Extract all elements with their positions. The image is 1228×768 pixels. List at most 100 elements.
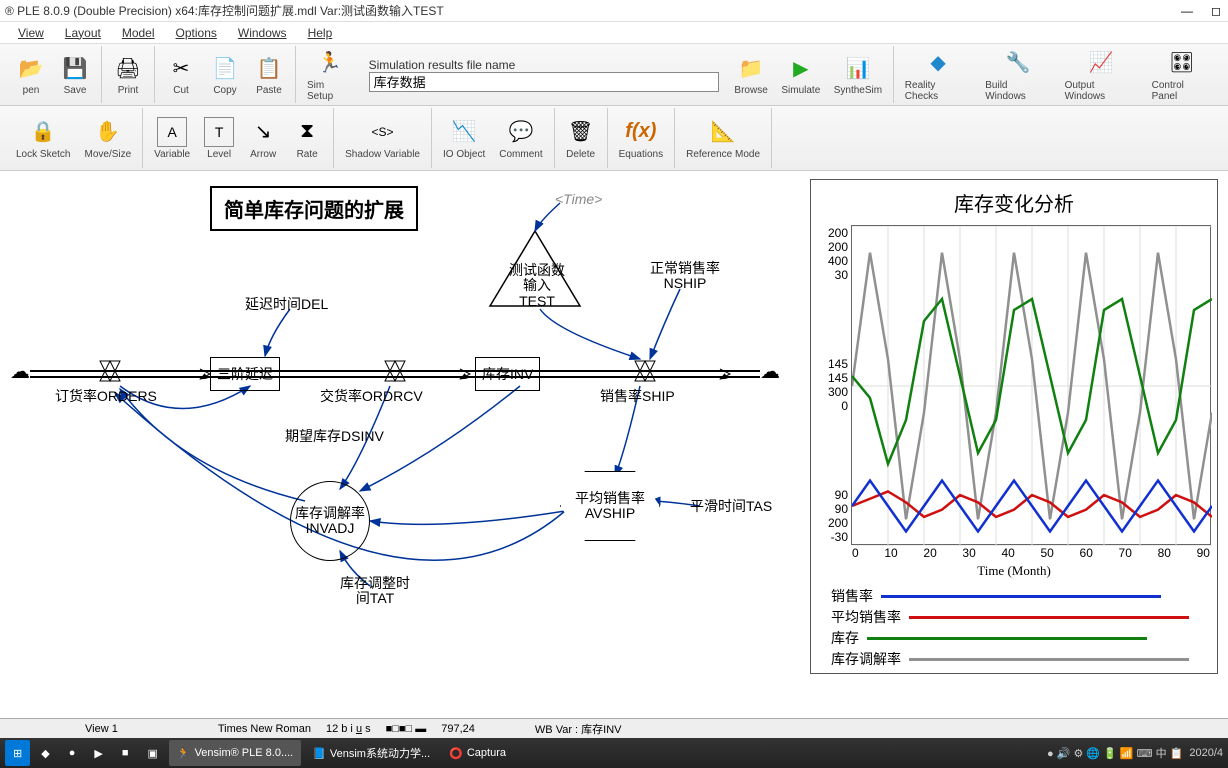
refmode-button[interactable]: 📐Reference Mode: [680, 115, 766, 162]
variable-icon: A: [157, 117, 187, 147]
var-nship[interactable]: 正常销售率NSHIP: [650, 261, 720, 292]
build-button[interactable]: 🔧Build Windows: [979, 46, 1056, 104]
task-vensim[interactable]: 🏃 Vensim® PLE 8.0....: [169, 740, 301, 766]
lock-icon: 🔒: [28, 117, 58, 147]
sim-file-input[interactable]: [369, 72, 719, 92]
chart-panel: 库存变化分析 20020040030 1451453000 9090200-30: [810, 179, 1218, 674]
shadow-icon: <S>: [368, 117, 398, 147]
chart-xticks: 01020 304050 607080 90: [852, 546, 1210, 560]
var-orders[interactable]: 订货率ORDERS: [55, 386, 157, 406]
taskbar: ⊞ ◆ ● ▶ ■ ▣ 🏃 Vensim® PLE 8.0.... 📘 Vens…: [0, 738, 1228, 768]
simulate-button[interactable]: ▶Simulate: [776, 51, 826, 98]
copy-icon: 📄: [210, 53, 240, 83]
var-avship[interactable]: 平均销售率AVSHIP: [560, 471, 660, 541]
task-captura[interactable]: ⭕ Captura: [441, 740, 514, 766]
runner-icon: 🏃: [315, 48, 345, 78]
panel-icon: 🎛: [1167, 48, 1197, 78]
browse-button[interactable]: 📁Browse: [729, 51, 774, 98]
save-icon: 💾: [60, 53, 90, 83]
build-icon: 🔧: [1003, 48, 1033, 78]
canvas[interactable]: 简单库存问题的扩展 <Time>: [0, 171, 1228, 721]
var-test[interactable]: 测试函数输入TEST: [507, 263, 567, 309]
task-icon[interactable]: ●: [61, 740, 84, 766]
rate-icon: ⧗: [292, 117, 322, 147]
cut-icon: ✂: [166, 53, 196, 83]
menu-view[interactable]: View: [10, 24, 52, 42]
hand-icon: ✋: [93, 117, 123, 147]
control-button[interactable]: 🎛Control Panel: [1146, 46, 1218, 104]
main-toolbar: 📂pen 💾Save 🖨Print ✂Cut 📄Copy 📋Paste 🏃Sim…: [0, 44, 1228, 106]
arrow-button[interactable]: ↘Arrow: [242, 115, 284, 162]
io-icon: 📉: [449, 117, 479, 147]
start-button[interactable]: ⊞: [5, 740, 30, 766]
arrow-icon: ↘: [248, 117, 278, 147]
statusbar: View 1 Times New Roman 12 b i u s ■□■□ ▬…: [0, 718, 1228, 738]
time-var[interactable]: <Time>: [555, 191, 602, 207]
var-dsinv[interactable]: 期望库存DSINV: [285, 426, 384, 446]
reality-button[interactable]: ◆Reality Checks: [899, 46, 977, 104]
diagram-title: 简单库存问题的扩展: [210, 186, 418, 231]
chart-legend: 销售率 平均销售率 库存 库存调解率: [811, 579, 1217, 676]
status-view: View 1: [85, 723, 118, 735]
model-diagram[interactable]: 简单库存问题的扩展 <Time>: [0, 171, 790, 721]
window-title: ® PLE 8.0.9 (Double Precision) x64:库存控制问…: [5, 2, 1180, 19]
comment-button[interactable]: 💬Comment: [493, 115, 548, 162]
task-icon[interactable]: ◆: [33, 740, 57, 766]
copy-button[interactable]: 📄Copy: [204, 51, 246, 98]
var-invadj[interactable]: 库存调解率INVADJ: [290, 481, 370, 561]
shadow-button[interactable]: <S>Shadow Variable: [339, 115, 426, 162]
cut-button[interactable]: ✂Cut: [160, 51, 202, 98]
var-ship[interactable]: 销售率SHIP: [600, 386, 675, 406]
legend-label: 销售率: [831, 586, 873, 606]
menu-options[interactable]: Options: [168, 24, 225, 42]
delete-button[interactable]: 🗑Delete: [560, 115, 602, 162]
menu-layout[interactable]: Layout: [57, 24, 109, 42]
menu-help[interactable]: Help: [300, 24, 341, 42]
play-icon: ▶: [786, 53, 816, 83]
lock-button[interactable]: 🔒Lock Sketch: [10, 115, 76, 162]
paste-button[interactable]: 📋Paste: [248, 51, 290, 98]
var-tat[interactable]: 库存调整时间TAT: [340, 576, 410, 607]
simsetup-button[interactable]: 🏃Sim Setup: [301, 46, 359, 104]
level-button[interactable]: TLevel: [198, 115, 240, 162]
task-icon[interactable]: ■: [114, 740, 137, 766]
chart-plot: 20020040030 1451453000 9090200-30 01020 …: [851, 225, 1211, 545]
output-button[interactable]: 📈Output Windows: [1059, 46, 1144, 104]
legend-label: 库存: [831, 628, 859, 648]
open-button[interactable]: 📂pen: [10, 51, 52, 98]
task-icon[interactable]: ▣: [139, 740, 165, 766]
sketch-toolbar: 🔒Lock Sketch ✋Move/Size AVariable TLevel…: [0, 106, 1228, 171]
var-del[interactable]: 延迟时间DEL: [245, 294, 328, 314]
minimize-icon[interactable]: —: [1180, 4, 1194, 18]
save-button[interactable]: 💾Save: [54, 51, 96, 98]
maximize-icon[interactable]: ◻: [1209, 4, 1223, 18]
var-tas[interactable]: 平滑时间TAS: [690, 496, 772, 516]
task-vensim2[interactable]: 📘 Vensim系统动力学...: [304, 740, 438, 766]
var-delay3[interactable]: 三阶延迟: [210, 357, 280, 391]
print-button[interactable]: 🖨Print: [107, 51, 149, 98]
comment-icon: 💬: [506, 117, 536, 147]
variable-button[interactable]: AVariable: [148, 115, 196, 162]
chart-yticks: 20020040030 1451453000 9090200-30: [814, 226, 848, 544]
status-wbvar: WB Var : 库存INV: [535, 721, 622, 737]
menubar: View Layout Model Options Windows Help: [0, 22, 1228, 44]
equations-button[interactable]: f(x)Equations: [613, 115, 669, 162]
menu-model[interactable]: Model: [114, 24, 163, 42]
synthesim-icon: 📊: [843, 53, 873, 83]
rate-button[interactable]: ⧗Rate: [286, 115, 328, 162]
legend-label: 库存调解率: [831, 649, 901, 669]
folder-icon: 📁: [736, 53, 766, 83]
status-size[interactable]: 12 b i u s: [326, 723, 371, 735]
status-font[interactable]: Times New Roman: [218, 723, 311, 735]
io-button[interactable]: 📉IO Object: [437, 115, 491, 162]
synthesim-button[interactable]: 📊SyntheSim: [828, 51, 888, 98]
sim-file-label: Simulation results file name: [369, 58, 719, 72]
status-coords: 797,24: [441, 723, 475, 735]
move-button[interactable]: ✋Move/Size: [78, 115, 137, 162]
check-icon: ◆: [923, 48, 953, 78]
var-inv[interactable]: 库存INV: [475, 357, 540, 391]
menu-windows[interactable]: Windows: [230, 24, 295, 42]
system-tray[interactable]: ● 🔊 ⚙ 🌐 🔋 📶 ⌨ 中 📋 2020/4: [1047, 745, 1223, 761]
task-icon[interactable]: ▶: [86, 740, 110, 766]
var-ordrcv[interactable]: 交货率ORDRCV: [320, 386, 423, 406]
